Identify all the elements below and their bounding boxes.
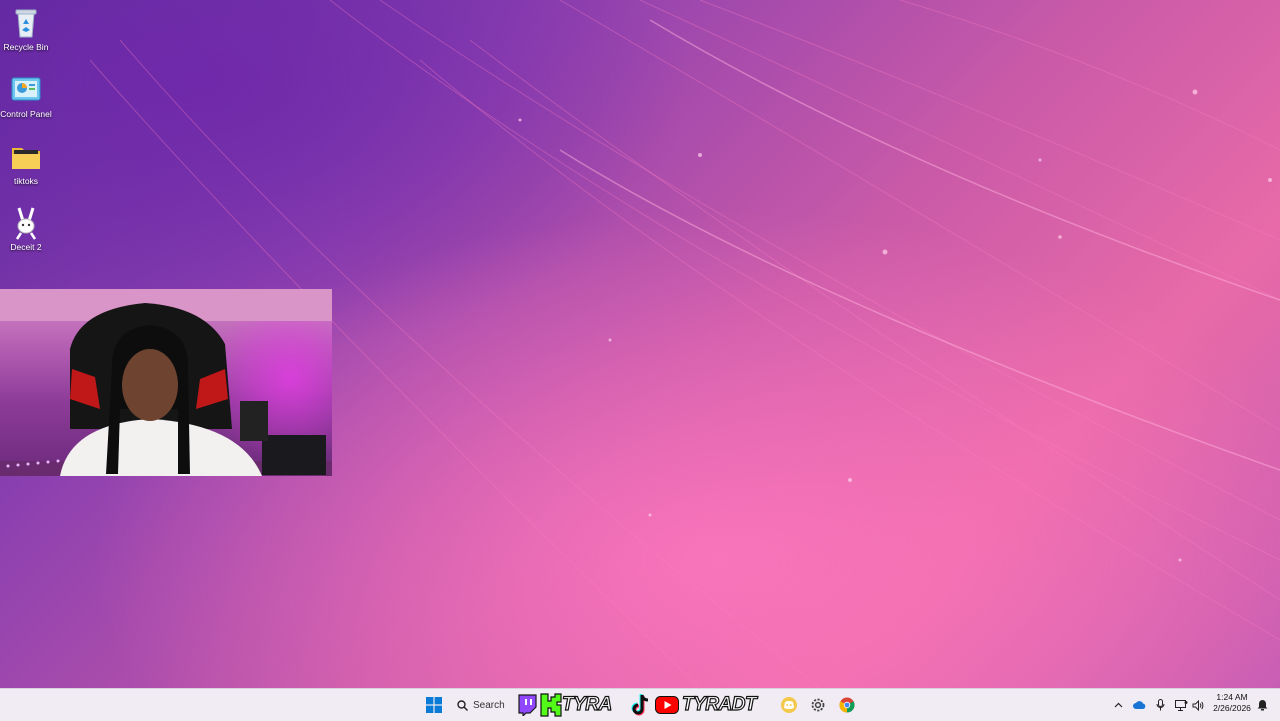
webcam-scene: [0, 289, 332, 476]
volume-tray-button[interactable]: [1190, 689, 1206, 721]
youtube-channel-name: TYRADT: [681, 693, 757, 715]
microphone-icon: [1156, 699, 1164, 711]
kick-channel-button[interactable]: TYRA: [540, 689, 626, 721]
tiktoks-label: tiktoks: [13, 176, 39, 186]
clock-date: 2/26/2026: [1213, 703, 1251, 713]
chrome-icon: [839, 697, 855, 713]
tiktok-button[interactable]: [628, 689, 654, 721]
clock[interactable]: 1:24 AM 2/26/2026: [1207, 692, 1257, 714]
twitch-icon: [518, 694, 537, 716]
rabbit-icon: [15, 207, 37, 240]
youtube-channel-button[interactable]: TYRADT: [655, 689, 773, 721]
webcam-overlay: [0, 289, 332, 476]
search-label: Search: [473, 699, 505, 711]
notification-button[interactable]: [1254, 689, 1270, 721]
gear-icon: [811, 698, 825, 712]
start-button[interactable]: [422, 689, 446, 721]
desktop-icon-deceit-2[interactable]: Deceit 2: [0, 206, 52, 252]
taskbar-search[interactable]: Search: [451, 693, 509, 717]
recycle-bin-icon: [15, 9, 37, 38]
twitch-button[interactable]: [514, 689, 540, 721]
discord-button[interactable]: [778, 689, 800, 721]
deceit-2-label: Deceit 2: [10, 242, 42, 252]
onedrive-tray-button[interactable]: [1130, 689, 1148, 721]
folder-icon: [12, 148, 40, 169]
discord-icon: [781, 697, 797, 713]
network-icon: [1174, 699, 1187, 711]
bell-icon: [1257, 700, 1267, 711]
cloud-icon: [1132, 701, 1145, 709]
tiktok-icon: [631, 694, 649, 716]
network-tray-button[interactable]: [1172, 689, 1190, 721]
control-panel-icon: [11, 77, 41, 101]
recycle-bin-label: Recycle Bin: [3, 42, 49, 52]
desktop-icon-control-panel[interactable]: Control Panel: [0, 73, 52, 119]
search-icon: [457, 699, 468, 711]
taskbar: Search TYRA TYRADT 1:24 AM 2/26/2026: [0, 688, 1280, 721]
desktop-icon-recycle-bin[interactable]: Recycle Bin: [0, 6, 52, 52]
show-hidden-icons-button[interactable]: [1110, 689, 1126, 721]
chrome-button[interactable]: [836, 689, 858, 721]
chevron-up-icon: [1114, 702, 1122, 708]
control-panel-label: Control Panel: [0, 109, 52, 119]
kick-channel-name: TYRA: [561, 693, 612, 715]
windows-logo-icon: [426, 697, 442, 713]
youtube-icon: [655, 696, 679, 714]
microphone-tray-button[interactable]: [1152, 689, 1168, 721]
steam-button[interactable]: [807, 689, 829, 721]
desktop-icon-tiktoks[interactable]: tiktoks: [0, 140, 52, 186]
clock-time: 1:24 AM: [1216, 692, 1248, 702]
speaker-icon: [1192, 699, 1204, 711]
kick-icon: [540, 693, 562, 717]
